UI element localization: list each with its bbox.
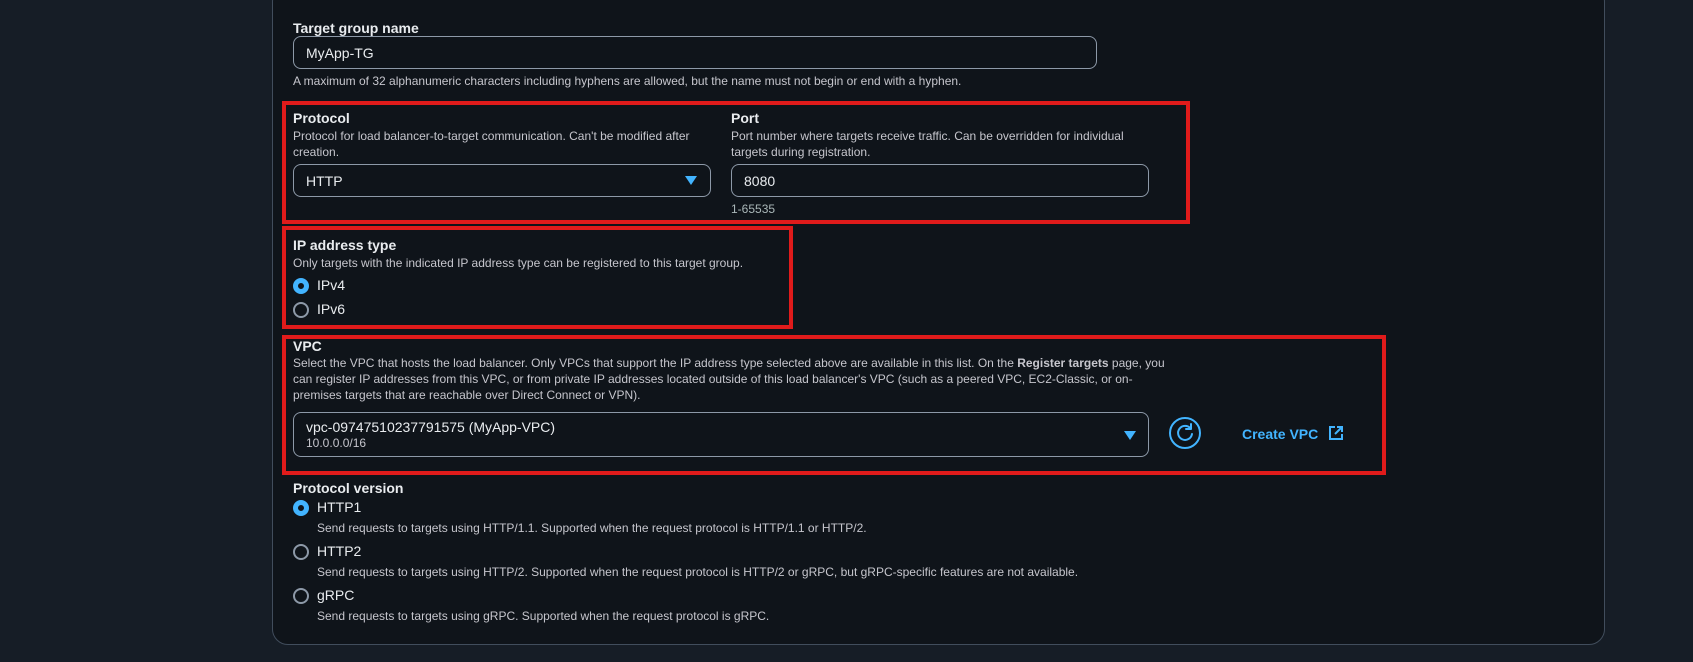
port-description: Port number where targets receive traffi… — [731, 129, 1124, 159]
chevron-down-icon — [685, 176, 697, 185]
vpc-description-bold: Register targets — [1017, 356, 1109, 370]
protocol-select[interactable]: HTTP — [293, 164, 711, 197]
vpc-select[interactable]: vpc-09747510237791575 (MyApp-VPC) 10.0.0… — [293, 412, 1149, 457]
grpc-label[interactable]: gRPC — [317, 587, 354, 603]
vpc-selected-name: vpc-09747510237791575 (MyApp-VPC) — [306, 418, 556, 435]
vpc-label: VPC — [293, 338, 322, 354]
ipv4-radio[interactable] — [293, 278, 309, 294]
port-input[interactable]: 8080 — [731, 164, 1149, 197]
port-hint: 1-65535 — [731, 202, 776, 216]
create-vpc-link[interactable]: Create VPC — [1242, 425, 1344, 442]
vpc-description: Select the VPC that hosts the load balan… — [293, 355, 1168, 403]
grpc-radio[interactable] — [293, 588, 309, 604]
protocol-label: Protocol — [293, 110, 350, 126]
target-group-name-hint: A maximum of 32 alphanumeric characters … — [293, 74, 962, 88]
http2-description: Send requests to targets using HTTP/2. S… — [317, 565, 1079, 579]
refresh-button[interactable] — [1169, 417, 1201, 449]
vpc-description-part1: Select the VPC that hosts the load balan… — [293, 356, 1018, 370]
target-group-name-input[interactable]: MyApp-TG — [293, 36, 1097, 69]
page: Target group name MyApp-TG A maximum of … — [0, 0, 1693, 662]
grpc-description: Send requests to targets using gRPC. Sup… — [317, 609, 770, 623]
http2-radio[interactable] — [293, 544, 309, 560]
protocol-description: Protocol for load balancer-to-target com… — [293, 129, 690, 159]
port-value: 8080 — [744, 172, 776, 189]
target-group-name-label: Target group name — [293, 20, 419, 36]
ip-address-type-description: Only targets with the indicated IP addre… — [293, 256, 744, 270]
ipv6-radio[interactable] — [293, 302, 309, 318]
protocol-selected-value: HTTP — [306, 172, 343, 189]
ipv6-label[interactable]: IPv6 — [317, 301, 345, 317]
create-vpc-label: Create VPC — [1242, 426, 1319, 442]
target-group-config-card: Target group name MyApp-TG A maximum of … — [272, 0, 1605, 645]
chevron-down-icon — [1124, 431, 1136, 440]
ip-address-type-label: IP address type — [293, 237, 397, 253]
vpc-selected-cidr: 10.0.0.0/16 — [306, 435, 367, 450]
http1-description: Send requests to targets using HTTP/1.1.… — [317, 521, 867, 535]
external-link-icon — [1329, 426, 1344, 440]
http2-label[interactable]: HTTP2 — [317, 543, 361, 559]
http1-label[interactable]: HTTP1 — [317, 499, 361, 515]
refresh-icon — [1177, 423, 1193, 441]
ipv4-label[interactable]: IPv4 — [317, 277, 345, 293]
target-group-name-value: MyApp-TG — [306, 44, 374, 61]
http1-radio[interactable] — [293, 500, 309, 516]
port-label: Port — [731, 110, 759, 126]
protocol-version-label: Protocol version — [293, 480, 404, 496]
